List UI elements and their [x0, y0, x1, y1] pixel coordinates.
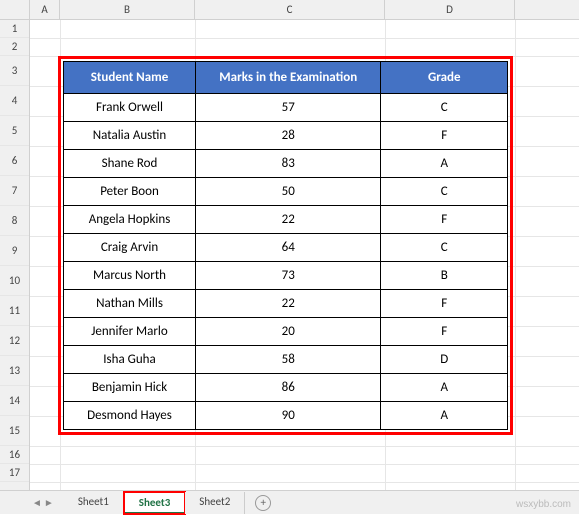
table-cell[interactable]: C — [381, 178, 508, 206]
row-header-3[interactable]: 3 — [0, 56, 29, 86]
col-header-d[interactable]: D — [385, 0, 515, 19]
table-row: Natalia Austin28F — [64, 122, 508, 150]
table-cell[interactable]: 86 — [196, 374, 381, 402]
table-row: Benjamin Hick86A — [64, 374, 508, 402]
select-all-corner[interactable] — [0, 0, 30, 20]
col-header-b[interactable]: B — [60, 0, 195, 19]
table-cell[interactable]: Benjamin Hick — [64, 374, 196, 402]
table-cell[interactable]: Natalia Austin — [64, 122, 196, 150]
row-header-2[interactable]: 2 — [0, 38, 29, 56]
table-cell[interactable]: 83 — [196, 150, 381, 178]
sheet-tab-bar: ◄ ► Sheet1Sheet3Sheet2 + — [0, 490, 579, 514]
table-cell[interactable]: F — [381, 290, 508, 318]
row-header-9[interactable]: 9 — [0, 236, 29, 266]
row-header-14[interactable]: 14 — [0, 386, 29, 416]
table-row: Nathan Mills22F — [64, 290, 508, 318]
sheet-tab-sheet3[interactable]: Sheet3 — [124, 492, 186, 514]
row-header-13[interactable]: 13 — [0, 356, 29, 386]
table-cell[interactable]: Craig Arvin — [64, 234, 196, 262]
table-cell[interactable]: F — [381, 318, 508, 346]
row-header-1[interactable]: 1 — [0, 20, 29, 38]
row-header-5[interactable]: 5 — [0, 116, 29, 146]
row-header-6[interactable]: 6 — [0, 146, 29, 176]
row-header-7[interactable]: 7 — [0, 176, 29, 206]
table-header-cell[interactable]: Grade — [381, 62, 508, 94]
table-cell[interactable]: Shane Rod — [64, 150, 196, 178]
sheet-tab-sheet2[interactable]: Sheet2 — [185, 492, 245, 514]
table-row: Angela Hopkins22F — [64, 206, 508, 234]
tab-nav-arrows[interactable]: ◄ ► — [32, 496, 54, 509]
table-cell[interactable]: 73 — [196, 262, 381, 290]
table-cell[interactable]: Marcus North — [64, 262, 196, 290]
table-row: Isha Guha58D — [64, 346, 508, 374]
col-header-a[interactable]: A — [30, 0, 60, 19]
table-cell[interactable]: Frank Orwell — [64, 94, 196, 122]
table-row: Marcus North73B — [64, 262, 508, 290]
row-header-12[interactable]: 12 — [0, 326, 29, 356]
table-cell[interactable]: Jennifer Marlo — [64, 318, 196, 346]
table-cell[interactable]: 64 — [196, 234, 381, 262]
table-cell[interactable]: F — [381, 122, 508, 150]
table-cell[interactable]: Desmond Hayes — [64, 402, 196, 430]
table-cell[interactable]: A — [381, 374, 508, 402]
row-header-4[interactable]: 4 — [0, 86, 29, 116]
table-row: Craig Arvin64C — [64, 234, 508, 262]
table-cell[interactable]: 22 — [196, 206, 381, 234]
row-header-16[interactable]: 16 — [0, 446, 29, 464]
table-cell[interactable]: Nathan Mills — [64, 290, 196, 318]
table-header-cell[interactable]: Student Name — [64, 62, 196, 94]
table-cell[interactable]: D — [381, 346, 508, 374]
row-header-11[interactable]: 11 — [0, 296, 29, 326]
row-header-10[interactable]: 10 — [0, 266, 29, 296]
table-cell[interactable]: 57 — [196, 94, 381, 122]
watermark-text: wsxybb.com — [516, 499, 571, 510]
student-grades-table: Student NameMarks in the ExaminationGrad… — [63, 61, 508, 430]
table-cell[interactable]: 58 — [196, 346, 381, 374]
table-cell[interactable]: 20 — [196, 318, 381, 346]
plus-icon: + — [261, 496, 266, 509]
add-sheet-button[interactable]: + — [255, 495, 271, 511]
table-row: Shane Rod83A — [64, 150, 508, 178]
row-headers: 1234567891011121314151617 — [0, 20, 30, 490]
row-header-8[interactable]: 8 — [0, 206, 29, 236]
table-row: Peter Boon50C — [64, 178, 508, 206]
cells-area[interactable]: Student NameMarks in the ExaminationGrad… — [30, 20, 579, 490]
table-cell[interactable]: 50 — [196, 178, 381, 206]
table-cell[interactable]: Isha Guha — [64, 346, 196, 374]
tab-nav-next-icon[interactable]: ► — [44, 496, 54, 509]
column-headers: ABCD — [0, 0, 579, 20]
table-header-cell[interactable]: Marks in the Examination — [196, 62, 381, 94]
table-row: Frank Orwell57C — [64, 94, 508, 122]
table-cell[interactable]: C — [381, 94, 508, 122]
table-cell[interactable]: 90 — [196, 402, 381, 430]
sheet-tab-sheet1[interactable]: Sheet1 — [64, 492, 124, 514]
table-cell[interactable]: 22 — [196, 290, 381, 318]
row-header-17[interactable]: 17 — [0, 464, 29, 482]
table-cell[interactable]: F — [381, 206, 508, 234]
table-cell[interactable]: Peter Boon — [64, 178, 196, 206]
table-cell[interactable]: Angela Hopkins — [64, 206, 196, 234]
table-row: Desmond Hayes90A — [64, 402, 508, 430]
col-header-c[interactable]: C — [195, 0, 385, 19]
row-header-15[interactable]: 15 — [0, 416, 29, 446]
table-cell[interactable]: A — [381, 150, 508, 178]
table-cell[interactable]: B — [381, 262, 508, 290]
table-cell[interactable]: A — [381, 402, 508, 430]
table-cell[interactable]: 28 — [196, 122, 381, 150]
tab-nav-prev-icon[interactable]: ◄ — [32, 496, 42, 509]
table-cell[interactable]: C — [381, 234, 508, 262]
selected-range-highlight: Student NameMarks in the ExaminationGrad… — [58, 56, 513, 435]
table-row: Jennifer Marlo20F — [64, 318, 508, 346]
